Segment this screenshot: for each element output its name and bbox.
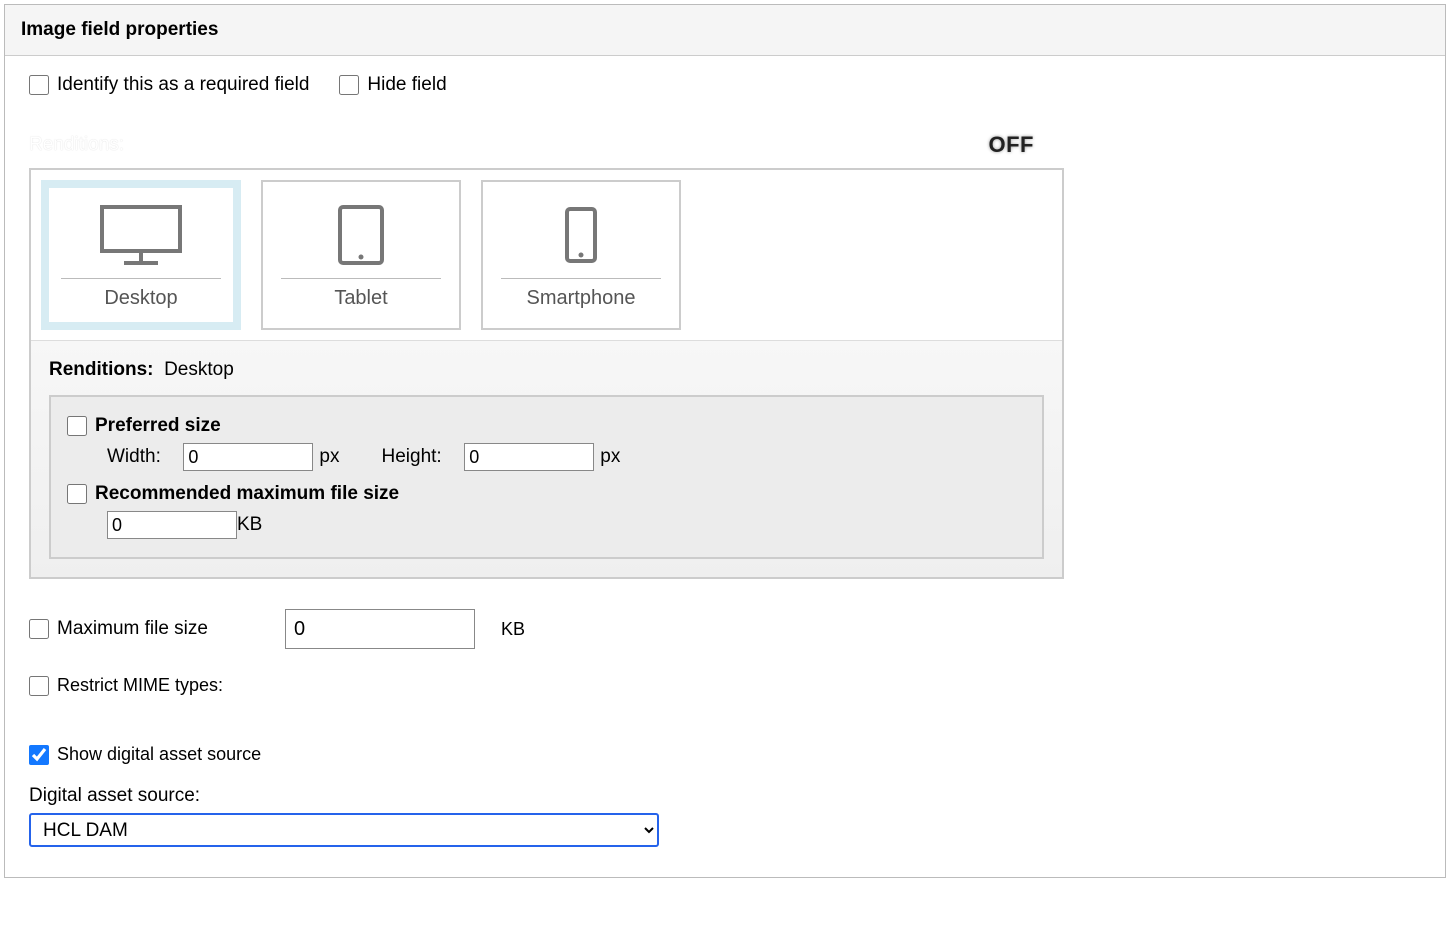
recommended-max-unit: KB [237, 514, 262, 536]
smartphone-icon [563, 205, 599, 265]
desktop-icon [96, 203, 186, 267]
height-input[interactable] [464, 443, 594, 471]
image-field-properties-panel: Image field properties Identify this as … [4, 4, 1446, 878]
max-file-size-input[interactable] [285, 609, 475, 649]
device-tabs: Desktop Tablet [31, 170, 1062, 340]
preferred-size-checkbox[interactable] [67, 416, 87, 436]
height-unit: px [600, 446, 620, 468]
max-file-size-checkbox[interactable] [29, 619, 49, 639]
recommended-max-checkbox[interactable] [67, 484, 87, 504]
required-field-label: Identify this as a required field [57, 74, 309, 96]
preferred-size-label: Preferred size [95, 415, 221, 437]
restrict-mime-label: Restrict MIME types: [57, 675, 223, 696]
max-file-size-label: Maximum file size [57, 618, 277, 640]
recommended-max-label: Recommended maximum file size [95, 483, 399, 505]
height-label: Height: [382, 446, 442, 468]
hide-field-label: Hide field [367, 74, 446, 96]
device-tab-tablet[interactable]: Tablet [261, 180, 461, 330]
device-tab-desktop-label: Desktop [104, 287, 177, 310]
rendition-detail-title: Renditions: Desktop [49, 359, 1044, 381]
device-tab-smartphone-label: Smartphone [527, 287, 636, 310]
show-digital-asset-source-label: Show digital asset source [57, 744, 261, 765]
digital-asset-source-label: Digital asset source: [29, 785, 1421, 807]
show-digital-asset-source-checkbox[interactable] [29, 745, 49, 765]
device-tab-tablet-label: Tablet [334, 287, 387, 310]
renditions-toggle-state[interactable]: OFF [989, 132, 1035, 158]
restrict-mime-row: Restrict MIME types: [29, 675, 1421, 696]
width-unit: px [319, 446, 339, 468]
tablet-icon [336, 203, 386, 267]
max-file-size-unit: KB [501, 619, 525, 640]
renditions-ghost-label: Renditions: [29, 134, 124, 156]
width-label: Width: [107, 446, 161, 468]
top-checkboxes: Identify this as a required field Hide f… [29, 74, 1421, 102]
device-tab-desktop[interactable]: Desktop [41, 180, 241, 330]
required-field-checkbox[interactable] [29, 75, 49, 95]
width-input[interactable] [183, 443, 313, 471]
digital-asset-source-select[interactable]: HCL DAM [29, 813, 659, 847]
hide-field-checkbox[interactable] [339, 75, 359, 95]
show-source-row: Show digital asset source [29, 744, 1421, 765]
max-file-row: Maximum file size KB [29, 609, 1421, 649]
recommended-max-input[interactable] [107, 511, 237, 539]
renditions-container: Desktop Tablet [29, 168, 1064, 579]
rendition-detail-section: Renditions: Desktop Preferred size Width… [31, 340, 1062, 577]
panel-body: Identify this as a required field Hide f… [5, 56, 1445, 877]
device-tab-smartphone[interactable]: Smartphone [481, 180, 681, 330]
rendition-inner-box: Preferred size Width: px Height: px Reco [49, 395, 1044, 559]
panel-title: Image field properties [5, 5, 1445, 56]
restrict-mime-checkbox[interactable] [29, 676, 49, 696]
